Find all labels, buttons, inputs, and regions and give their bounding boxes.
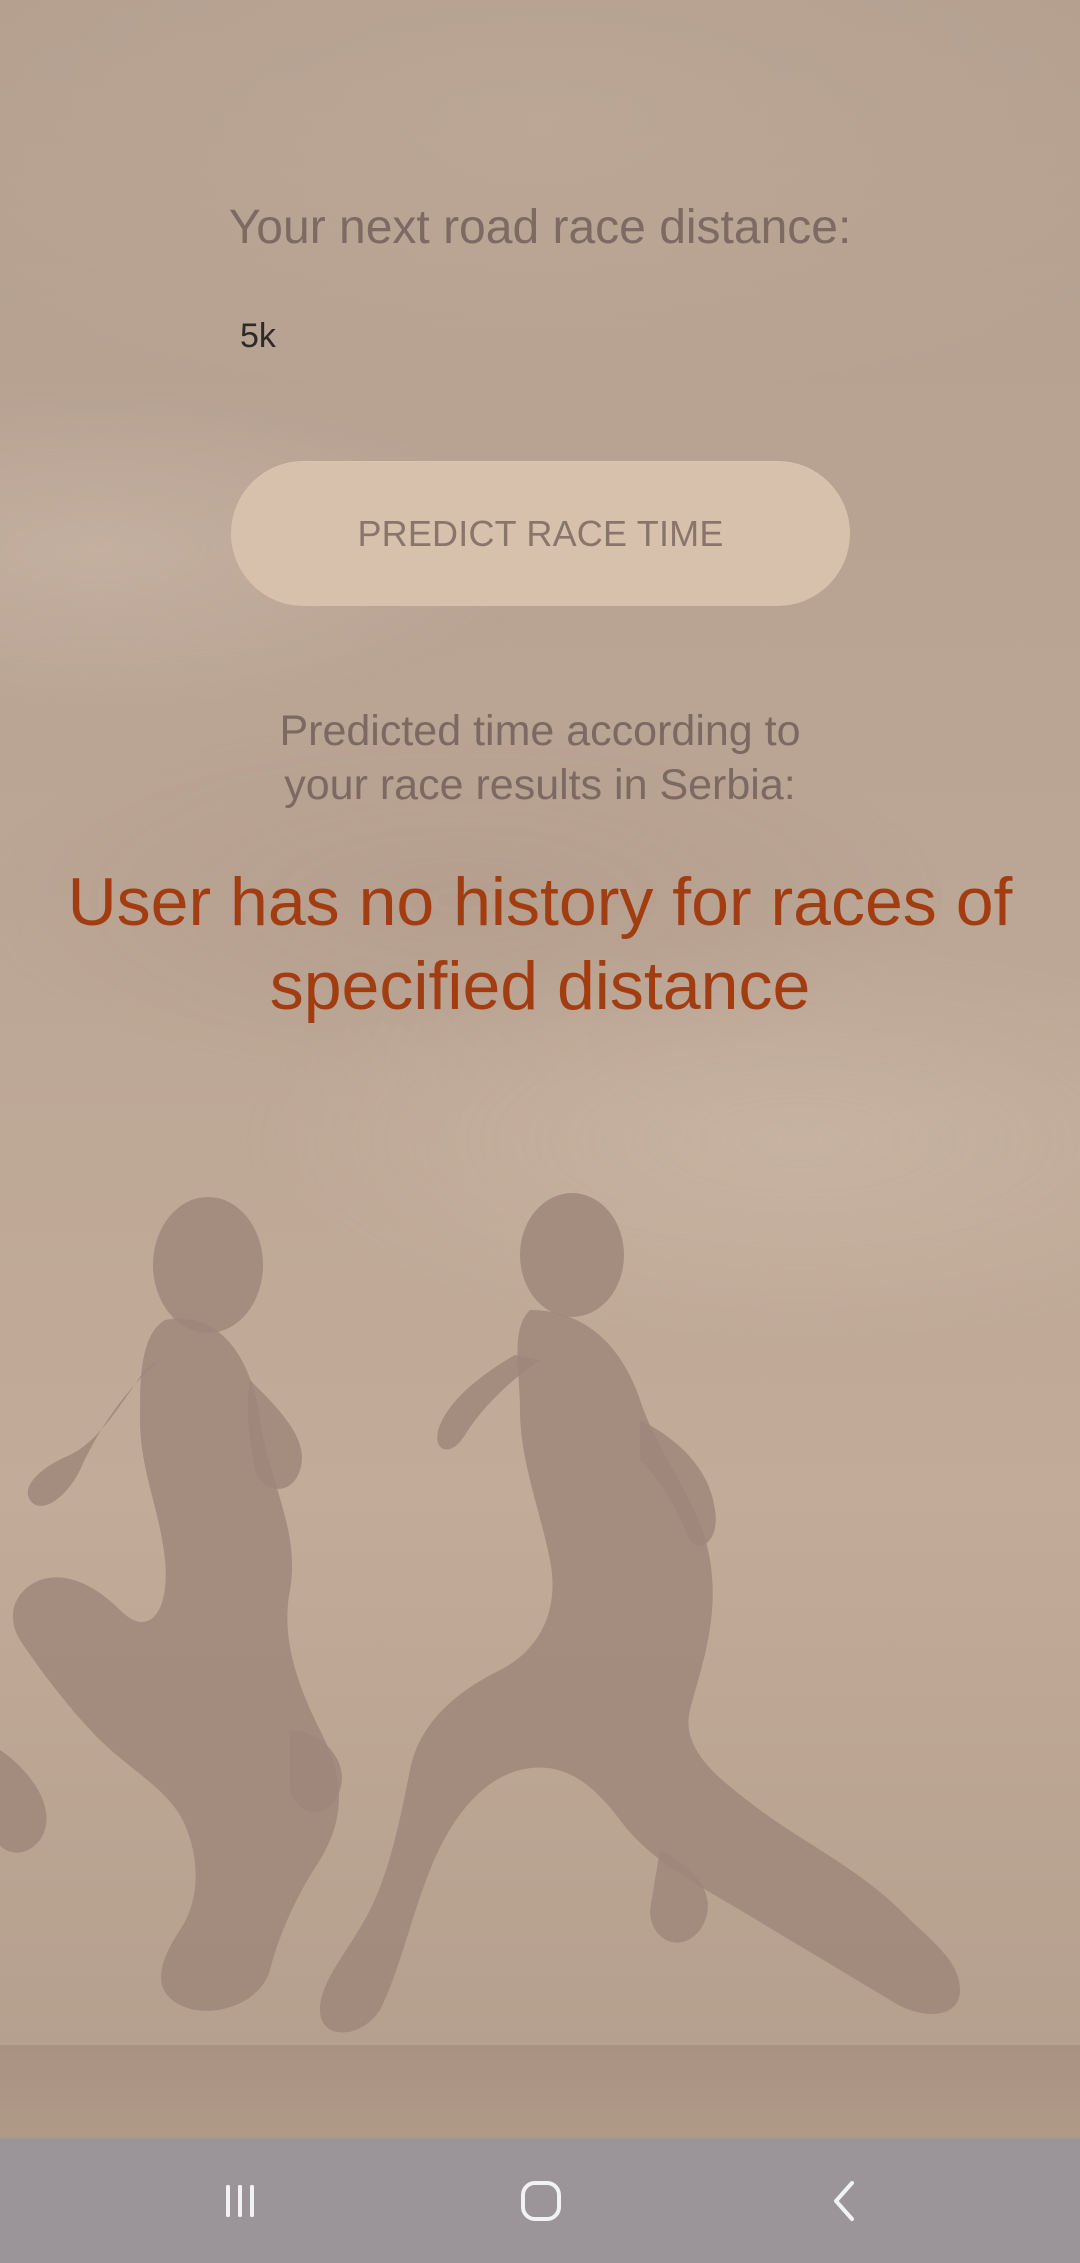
predict-race-time-button-label: PREDICT RACE TIME [357,512,724,554]
back-button[interactable] [766,2138,926,2263]
race-distance-label: Your next road race distance: [228,201,852,254]
prediction-result-message: User has no history for races of specifi… [67,864,1013,1024]
recents-button[interactable] [160,2138,320,2263]
race-distance-dropdown[interactable]: 5k [240,314,276,358]
race-predictor-screen: Your next road race distance: 5k PREDICT… [0,0,1080,2138]
predict-race-time-button[interactable]: PREDICT RACE TIME [231,461,850,606]
recents-icon [226,2184,254,2217]
system-navigation-bar [0,2138,1080,2263]
home-icon [521,2180,561,2221]
predicted-time-caption: Predicted time according to your race re… [279,707,801,809]
back-icon [834,2180,854,2221]
home-button[interactable] [461,2138,621,2263]
